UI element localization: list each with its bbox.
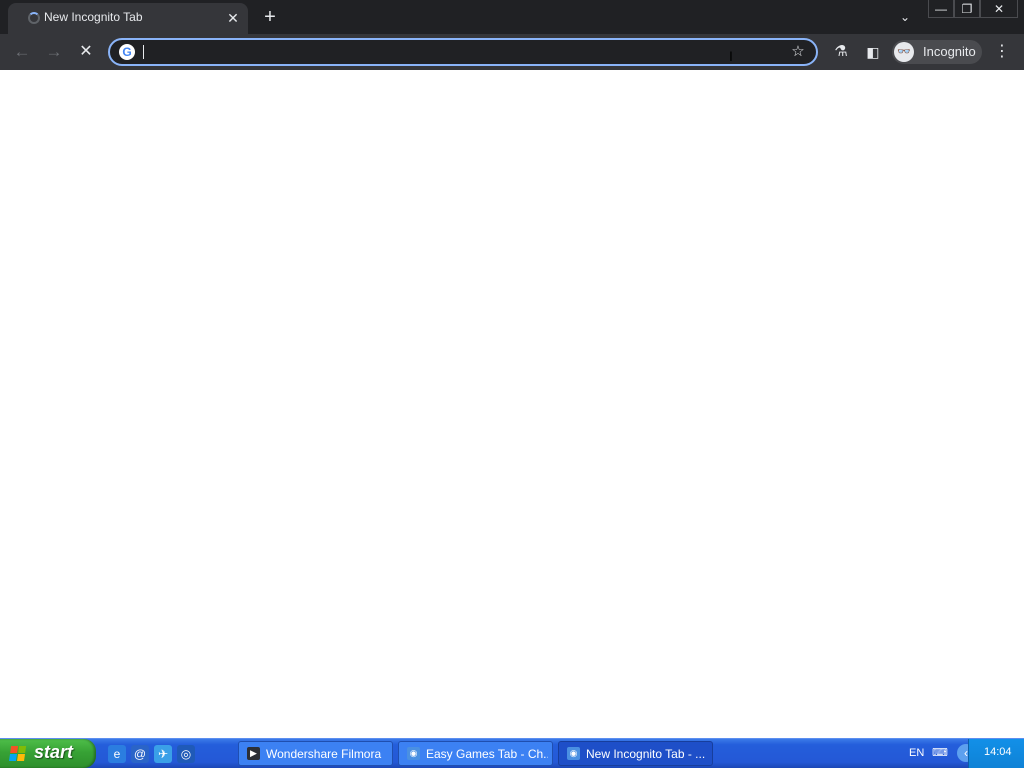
page-content: [0, 70, 1024, 738]
side-panel-icon[interactable]: ◧: [861, 39, 885, 65]
taskbar-item-label: New Incognito Tab - ...: [586, 747, 706, 761]
stop-loading-button[interactable]: ✕: [73, 39, 99, 65]
bookmark-star-icon[interactable]: ☆: [788, 42, 808, 62]
incognito-icon: 👓: [894, 42, 914, 62]
messenger-icon[interactable]: ✈: [154, 745, 172, 763]
close-window-button[interactable]: ✕: [980, 0, 1018, 18]
tab-strip: New Incognito Tab ✕ + ⌄ — ❐ ✕: [0, 0, 1024, 34]
taskbar-item[interactable]: ◉ New Incognito Tab - ...: [558, 741, 713, 766]
tab-title: New Incognito Tab: [44, 10, 143, 24]
taskbar-item[interactable]: ◉ Easy Games Tab - Ch...: [398, 741, 553, 766]
browser-toolbar: ← → ✕ G ☆ ⚗ ◧ 👓 Incognito ⋮: [0, 34, 1024, 70]
start-button[interactable]: start: [0, 739, 96, 768]
forward-button[interactable]: →: [41, 39, 67, 65]
browser-icon[interactable]: ◎: [177, 745, 195, 763]
more-menu-icon[interactable]: ⋮: [993, 39, 1011, 65]
tab-new-incognito[interactable]: New Incognito Tab ✕: [8, 3, 248, 34]
taskbar: start e @ ✈ ◎ ▶ Wondershare Filmora ◉ Easy Gam…: [0, 738, 1024, 768]
chevron-down-icon[interactable]: ⌄: [893, 6, 917, 28]
keyboard-icon[interactable]: ⌨: [932, 746, 948, 760]
google-icon: G: [119, 44, 135, 60]
taskbar-item-label: Wondershare Filmora: [266, 747, 382, 761]
incognito-profile-button[interactable]: 👓 Incognito: [892, 40, 982, 64]
spinner-icon: [28, 12, 40, 24]
filmora-icon: ▶: [247, 747, 260, 760]
taskbar-item-label: Easy Games Tab - Ch...: [426, 747, 548, 761]
start-label: start: [34, 742, 74, 762]
chrome-icon: ◉: [567, 747, 580, 760]
clock[interactable]: 14:04: [984, 746, 1012, 758]
internet-explorer-icon[interactable]: e: [108, 745, 126, 763]
taskbar-item[interactable]: ▶ Wondershare Filmora: [238, 741, 393, 766]
close-tab-icon[interactable]: ✕: [224, 9, 242, 27]
minimize-button[interactable]: —: [928, 0, 954, 18]
incognito-label: Incognito: [923, 44, 976, 59]
chrome-icon: ◉: [407, 747, 420, 760]
mouse-ibeam-cursor: I: [729, 48, 733, 64]
system-tray: 14:04: [968, 739, 1024, 768]
restore-button[interactable]: ❐: [954, 0, 980, 18]
back-button[interactable]: ←: [9, 39, 35, 65]
address-bar[interactable]: G ☆: [108, 38, 818, 66]
language-indicator[interactable]: EN: [909, 747, 924, 759]
new-tab-button[interactable]: +: [258, 5, 282, 29]
text-caret: [143, 45, 144, 59]
labs-flask-icon[interactable]: ⚗: [829, 39, 853, 65]
windows-logo-icon: [9, 746, 27, 762]
address-input[interactable]: [142, 42, 746, 64]
outlook-express-icon[interactable]: @: [131, 745, 149, 763]
